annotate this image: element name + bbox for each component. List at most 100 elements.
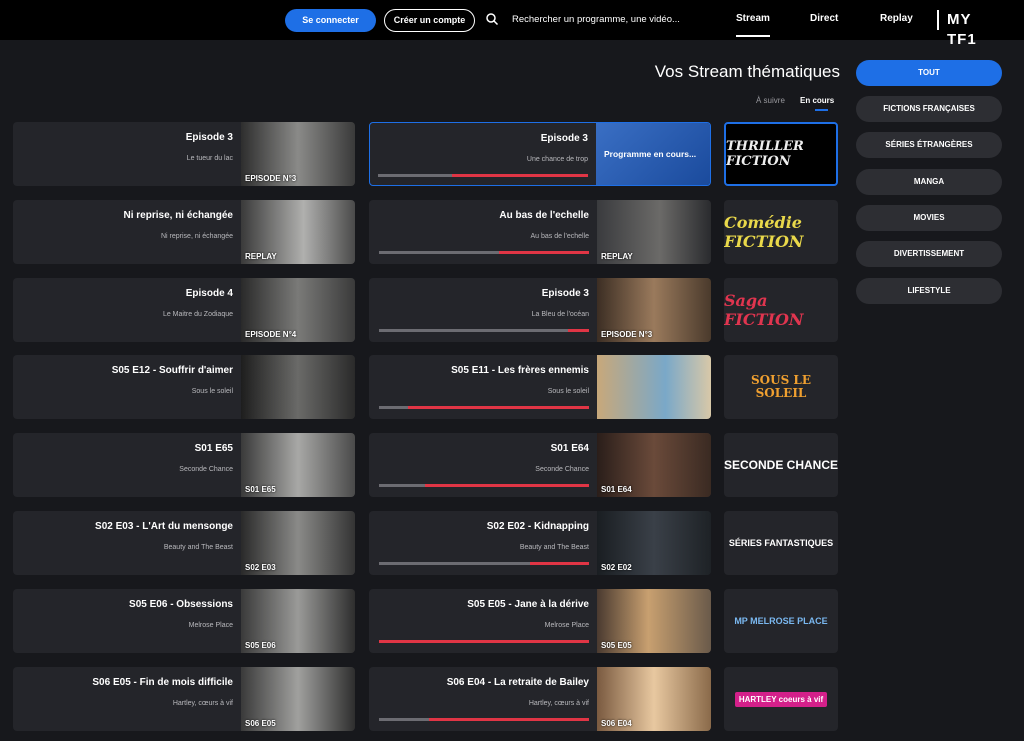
card-episode[interactable]: S05 E05 S05 E05 - Jane à la dérive Melro…: [369, 589, 711, 653]
card-now-playing[interactable]: Programme en cours... Episode 3 Une chan…: [369, 122, 711, 186]
thumbnail: EPISODE N°4: [241, 278, 355, 342]
card-next-episode[interactable]: S06 E05 S06 E05 - Fin de mois difficile …: [13, 667, 355, 731]
progress-remaining: [378, 174, 452, 177]
card-subtitle: Le tueur du lac: [186, 155, 233, 162]
thumbnail: REPLAY: [597, 200, 711, 264]
thumbnail: Programme en cours...: [596, 123, 710, 185]
search-icon[interactable]: [485, 12, 499, 26]
filter-movies[interactable]: MOVIES: [856, 205, 1002, 231]
search-input[interactable]: Rechercher un programme, une vidéo...: [512, 14, 680, 25]
card-subtitle: La Bleu de l'océan: [531, 311, 589, 318]
nav-direct[interactable]: Direct: [810, 13, 838, 24]
episode-badge: S01 E64: [601, 485, 632, 494]
episode-badge: EPISODE N°3: [601, 330, 653, 339]
thriller-fiction-logo: THRILLER FICTION: [726, 139, 804, 169]
filter-fictions-francaises[interactable]: FICTIONS FRANÇAISES: [856, 96, 1002, 122]
episode-badge: EPISODE N°4: [245, 330, 297, 339]
filter-manga[interactable]: MANGA: [856, 169, 1002, 195]
card-subtitle: Ni reprise, ni échangée: [161, 233, 233, 240]
channel-comedie-fiction[interactable]: Comédie FICTION: [724, 200, 838, 264]
progress-bar: [379, 484, 589, 487]
thumbnail: S06 E05: [241, 667, 355, 731]
nav-replay[interactable]: Replay: [880, 13, 913, 24]
episode-badge: S06 E04: [601, 719, 632, 728]
card-subtitle: Sous le soleil: [191, 388, 233, 395]
filter-series-etrangeres[interactable]: SÉRIES ÉTRANGÈRES: [856, 132, 1002, 158]
page-title: Vos Stream thématiques: [654, 62, 840, 81]
progress-remaining: [379, 484, 426, 487]
thumbnail: S01 E65: [241, 433, 355, 497]
thumbnail: S06 E04: [597, 667, 711, 731]
card-subtitle: Melrose Place: [188, 622, 233, 629]
card-title: Episode 3: [540, 133, 588, 144]
thumbnail: [597, 355, 711, 419]
channel-hartley[interactable]: HARTLEY coeurs à vif: [724, 667, 838, 731]
card-title: Au bas de l'echelle: [499, 210, 589, 221]
card-next-episode[interactable]: EPISODE N°3 Episode 3 Le tueur du lac: [13, 122, 355, 186]
thumbnail: S01 E64: [597, 433, 711, 497]
progress-remaining: [379, 251, 499, 254]
episode-badge: S02 E02: [601, 563, 632, 572]
card-subtitle: Seconde Chance: [535, 466, 589, 473]
filter-divertissement[interactable]: DIVERTISSEMENT: [856, 241, 1002, 267]
comedie-fiction-logo: Comédie FICTION: [724, 213, 804, 251]
card-episode[interactable]: S05 E11 - Les frères ennemis Sous le sol…: [369, 355, 711, 419]
progress-remaining: [379, 406, 409, 409]
tab-en-cours[interactable]: En cours: [800, 96, 834, 105]
card-title: S01 E64: [550, 443, 589, 454]
card-next-episode[interactable]: S02 E03 S02 E03 - L'Art du mensonge Beau…: [13, 511, 355, 575]
card-episode[interactable]: S06 E04 S06 E04 - La retraite de Bailey …: [369, 667, 711, 731]
channel-seconde-chance[interactable]: SECONDE CHANCE: [724, 433, 838, 497]
seconde-chance-logo: SECONDE CHANCE: [724, 457, 838, 472]
card-title: S02 E02 - Kidnapping: [486, 521, 589, 532]
card-subtitle: Melrose Place: [544, 622, 589, 629]
card-subtitle: Hartley, cœurs à vif: [172, 700, 233, 707]
card-next-episode[interactable]: S01 E65 S01 E65 Seconde Chance: [13, 433, 355, 497]
card-subtitle: Au bas de l'echelle: [530, 233, 589, 240]
channel-thriller-fiction[interactable]: THRILLER FICTION: [724, 122, 838, 186]
channel-saga-fiction[interactable]: Saga FICTION: [724, 278, 838, 342]
channel-sous-le-soleil[interactable]: SOUS LE SOLEIL: [724, 355, 838, 419]
thumbnail: S05 E06: [241, 589, 355, 653]
tab-a-suivre[interactable]: À suivre: [756, 96, 785, 105]
card-subtitle: Une chance de trop: [526, 156, 588, 163]
channel-melrose-place[interactable]: MP MELROSE PLACE: [724, 589, 838, 653]
thumbnail: EPISODE N°3: [241, 122, 355, 186]
thumbnail: S05 E05: [597, 589, 711, 653]
episode-badge: S01 E65: [245, 485, 276, 494]
card-next-episode[interactable]: S05 E06 S05 E06 - Obsessions Melrose Pla…: [13, 589, 355, 653]
progress-bar: [379, 718, 589, 721]
nav-stream[interactable]: Stream: [736, 13, 770, 37]
thumbnail: S02 E02: [597, 511, 711, 575]
now-playing-overlay: Programme en cours...: [604, 149, 697, 159]
card-title: S05 E05 - Jane à la dérive: [467, 599, 589, 610]
filter-lifestyle[interactable]: LIFESTYLE: [856, 278, 1002, 304]
card-next-episode[interactable]: REPLAY Ni reprise, ni échangée Ni repris…: [13, 200, 355, 264]
thumbnail: [241, 355, 355, 419]
progress-bar: [379, 329, 589, 332]
tab-underline: [815, 109, 828, 111]
progress-remaining: [379, 329, 568, 332]
card-title: S05 E11 - Les frères ennemis: [451, 365, 589, 376]
login-button[interactable]: Se connecter: [285, 9, 376, 32]
mytf1-logo[interactable]: MY TF1: [937, 10, 1003, 48]
create-account-button[interactable]: Créer un compte: [384, 9, 475, 32]
card-subtitle: Le Maitre du Zodiaque: [162, 311, 233, 318]
thumbnail: REPLAY: [241, 200, 355, 264]
card-episode[interactable]: EPISODE N°3 Episode 3 La Bleu de l'océan: [369, 278, 711, 342]
card-next-episode[interactable]: EPISODE N°4 Episode 4 Le Maitre du Zodia…: [13, 278, 355, 342]
card-next-episode[interactable]: S05 E12 - Souffrir d'aimer Sous le solei…: [13, 355, 355, 419]
card-title: S06 E04 - La retraite de Bailey: [446, 677, 589, 688]
card-subtitle: Sous le soleil: [547, 388, 589, 395]
card-title: Episode 3: [185, 132, 233, 143]
card-episode[interactable]: REPLAY Au bas de l'echelle Au bas de l'e…: [369, 200, 711, 264]
card-episode[interactable]: S02 E02 S02 E02 - Kidnapping Beauty and …: [369, 511, 711, 575]
card-episode[interactable]: S01 E64 S01 E64 Seconde Chance: [369, 433, 711, 497]
card-subtitle: Seconde Chance: [179, 466, 233, 473]
progress-bar: [379, 406, 589, 409]
card-title: Ni reprise, ni échangée: [123, 210, 234, 221]
filter-tout[interactable]: TOUT: [856, 60, 1002, 86]
hartley-logo: HARTLEY coeurs à vif: [724, 667, 838, 731]
channel-series-fantastiques[interactable]: SÉRIES FANTASTIQUES: [724, 511, 838, 575]
episode-badge: S06 E05: [245, 719, 276, 728]
